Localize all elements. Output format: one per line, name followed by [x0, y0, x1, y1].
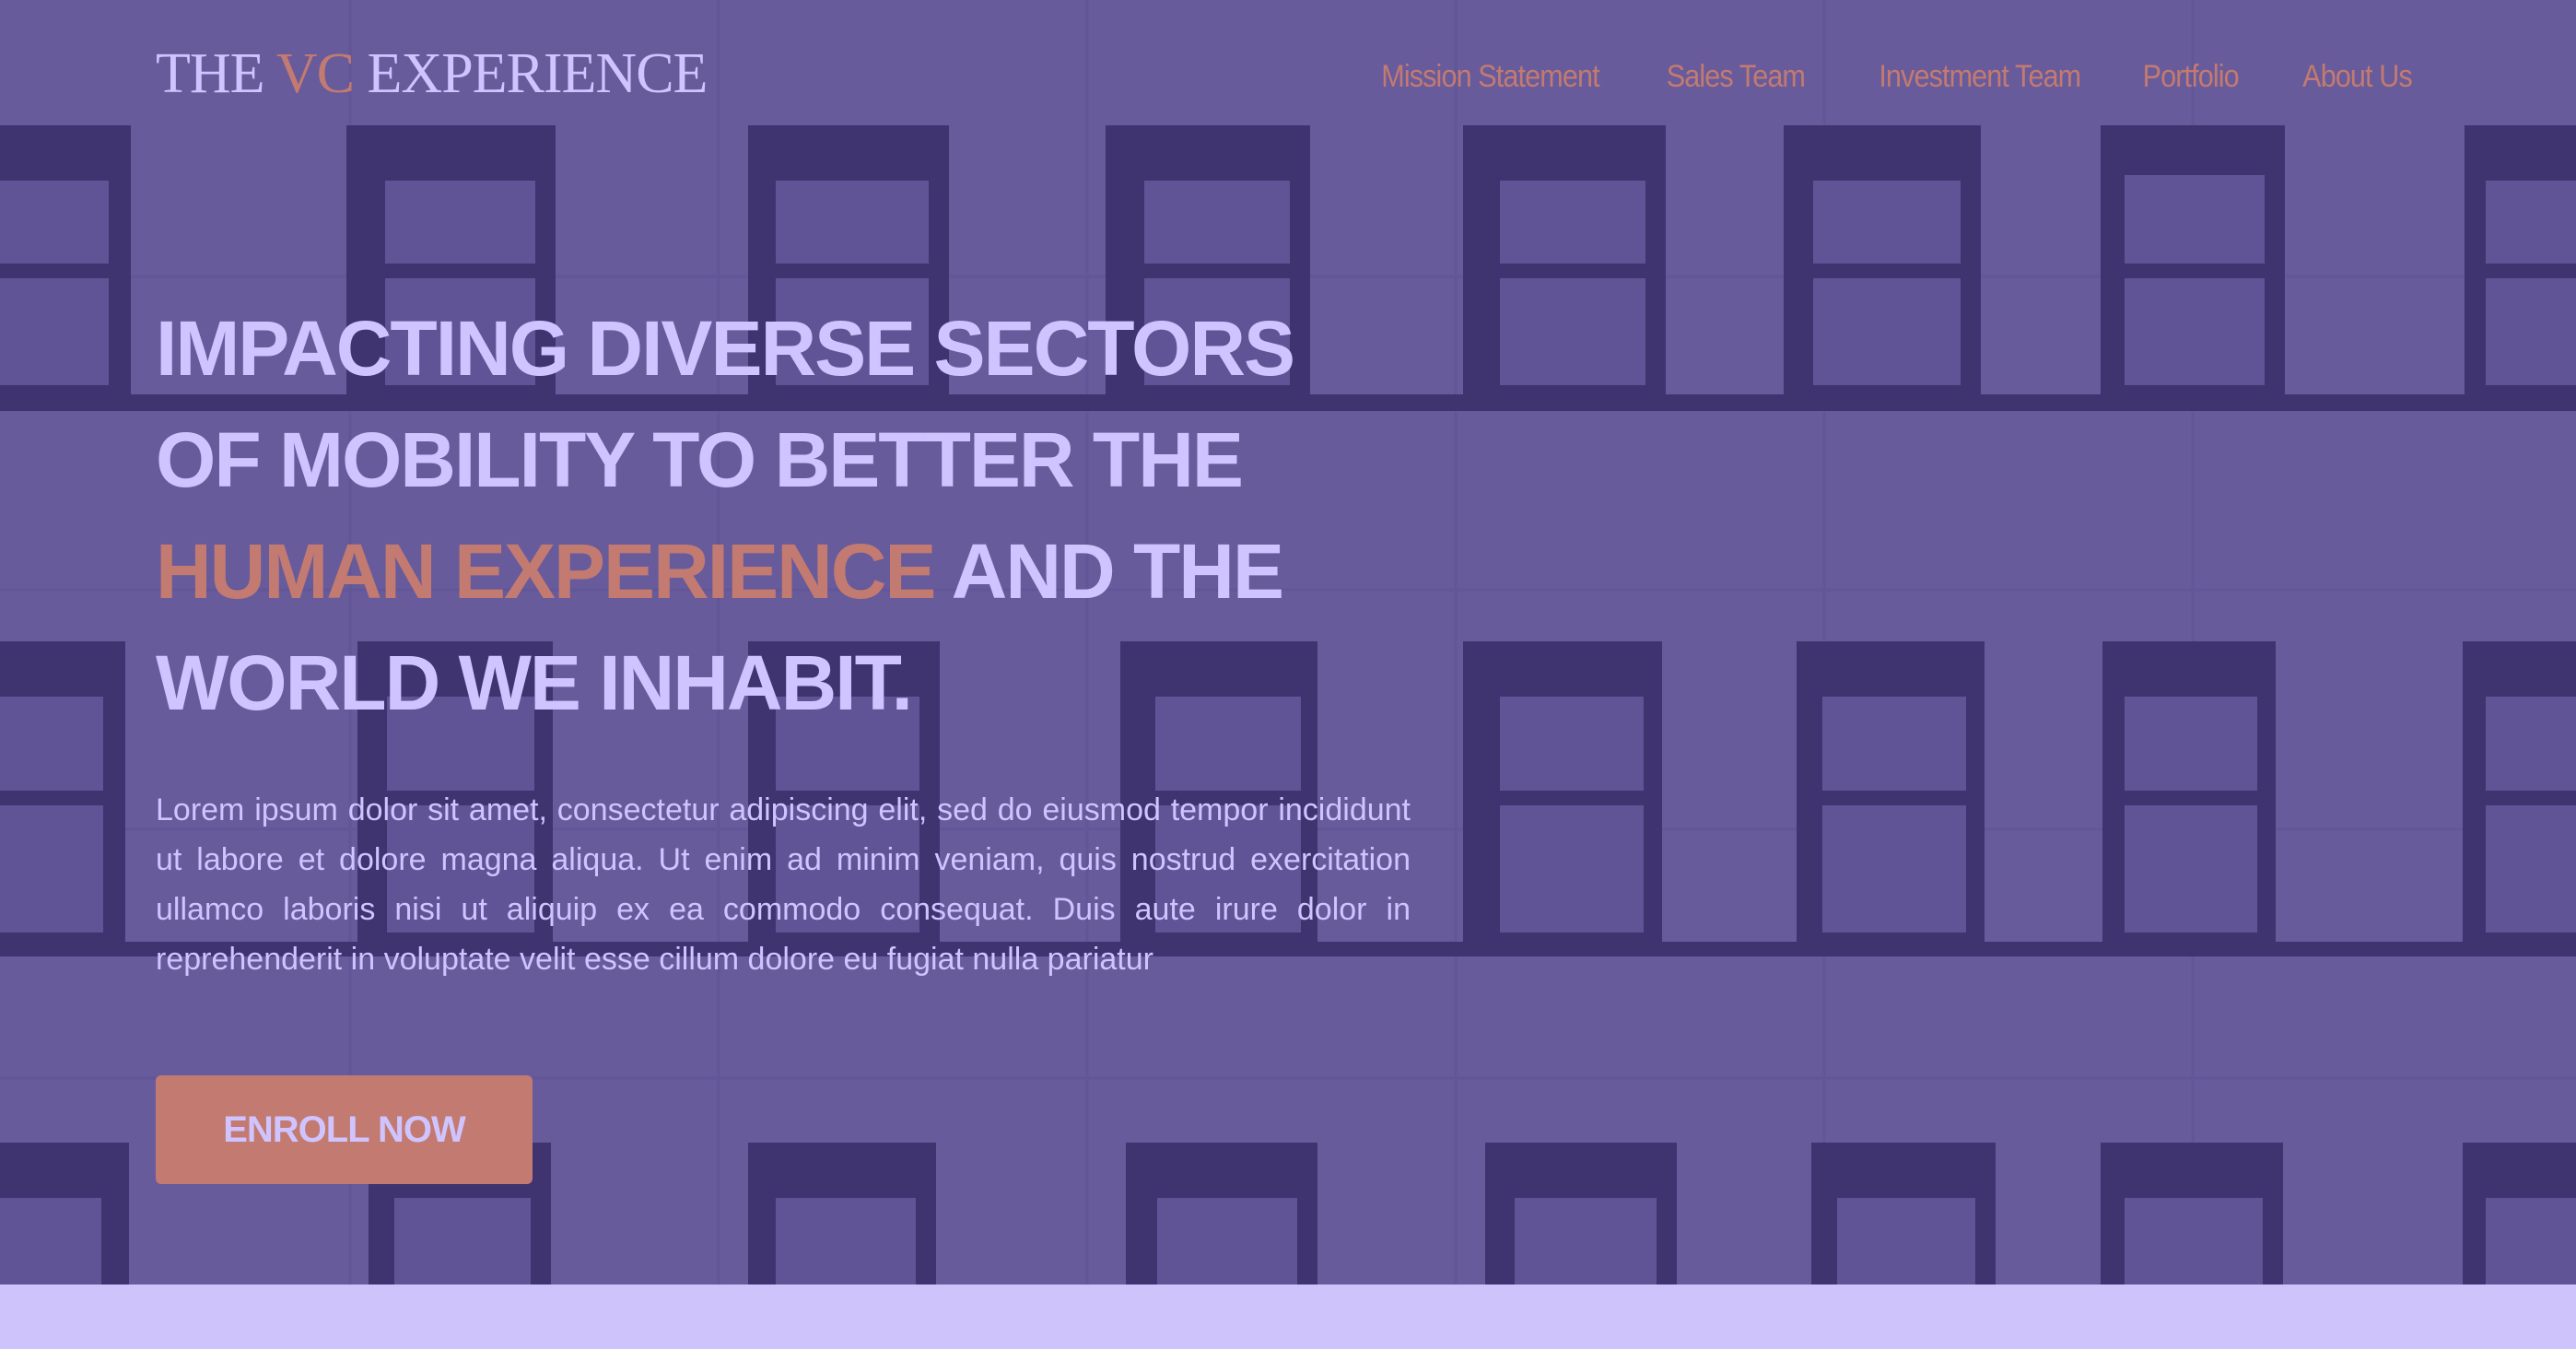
hero-section: THE VC EXPERIENCE Mission Statement Sale…: [0, 0, 2576, 1284]
nav-investment-team[interactable]: Investment Team: [1879, 53, 2081, 100]
brand-logo-accent: VC: [275, 42, 355, 105]
headline-highlight: human experience: [156, 528, 936, 615]
nav-mission-statement[interactable]: Mission Statement: [1382, 53, 1600, 100]
enroll-now-button[interactable]: ENROLL NOW: [156, 1075, 533, 1184]
headline-text-start: Impacting diverse sectors of mobility to…: [156, 305, 1295, 503]
nav-portfolio[interactable]: Portfolio: [2143, 53, 2240, 100]
brand-logo-part1: THE: [156, 42, 276, 105]
main-nav: Mission Statement Sales Team Investment …: [1357, 53, 2413, 100]
brand-logo[interactable]: THE VC EXPERIENCE: [156, 41, 708, 107]
nav-about-us[interactable]: About Us: [2302, 53, 2413, 100]
nav-sales-team[interactable]: Sales Team: [1667, 53, 1806, 100]
brand-logo-part3: EXPERIENCE: [354, 42, 708, 105]
hero-description: Lorem ipsum dolor sit amet, consectetur …: [156, 792, 1411, 977]
hero-headline: Impacting diverse sectors of mobility to…: [156, 293, 1372, 739]
next-section-band: [0, 1284, 2576, 1349]
